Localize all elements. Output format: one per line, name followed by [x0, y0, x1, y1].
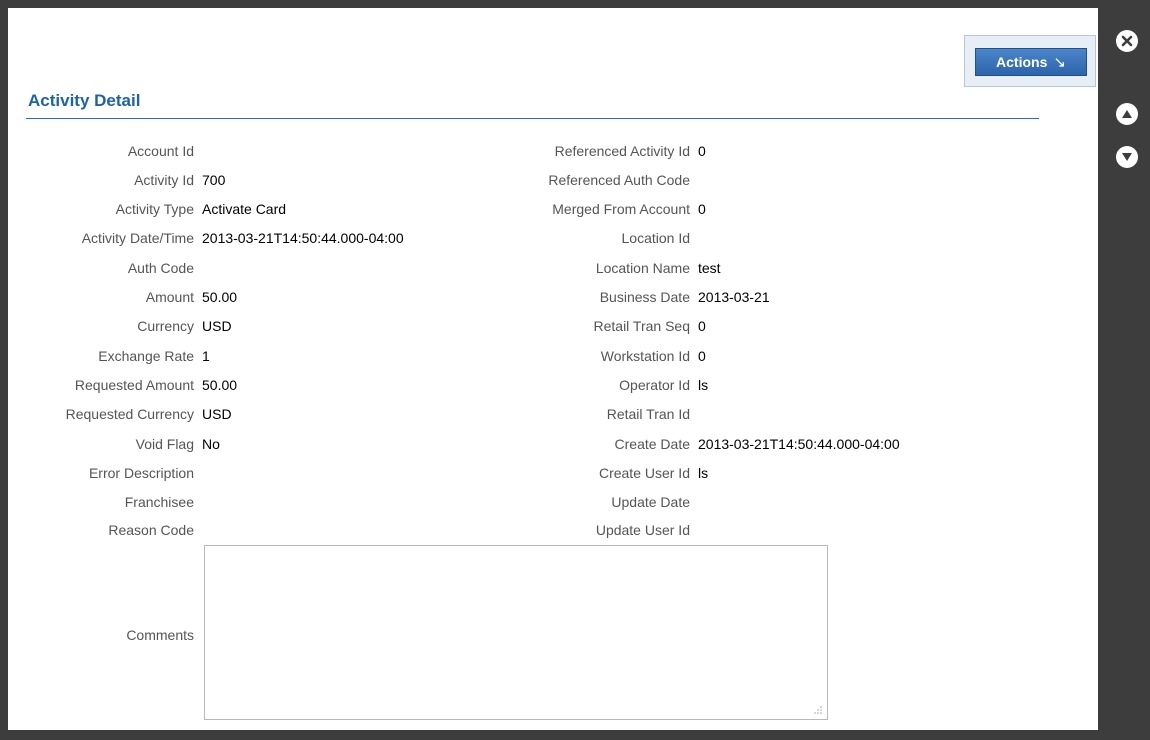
field-value: ls	[698, 465, 709, 481]
field-value: 0	[698, 318, 706, 334]
field-label: Retail Tran Id	[606, 406, 690, 422]
field-value: 0	[698, 143, 706, 159]
close-circle-icon[interactable]	[1116, 30, 1138, 52]
field-label: Business Date	[599, 289, 690, 305]
page-title: Activity Detail	[28, 91, 141, 110]
field-label: Retail Tran Seq	[593, 318, 691, 334]
arrow-up-circle-icon[interactable]	[1116, 103, 1138, 125]
field-value: 0	[698, 201, 706, 217]
activity-detail-panel: Actions ↘ Activity Detail Account Id Act…	[8, 8, 1098, 730]
field-value: ls	[698, 377, 709, 393]
field-label: Update Date	[611, 494, 690, 510]
title-divider	[26, 118, 1039, 119]
field-value: 2013-03-21	[698, 289, 770, 305]
field-label: Update User Id	[595, 522, 690, 538]
actions-button[interactable]: Actions ↘	[975, 48, 1087, 76]
field-label: Workstation Id	[600, 348, 690, 364]
actions-label: Actions	[996, 54, 1048, 70]
field-value: test	[698, 260, 721, 276]
arrow-down-circle-icon[interactable]	[1116, 146, 1138, 168]
field-label: Create Date	[614, 436, 690, 452]
comments-label: Comments	[126, 627, 194, 643]
resize-grip-icon[interactable]	[814, 706, 822, 716]
field-label: Location Id	[621, 230, 691, 246]
field-label: Create User Id	[598, 465, 690, 481]
comments-textarea[interactable]	[204, 545, 828, 720]
field-label: Location Name	[595, 260, 690, 276]
field-label: Referenced Activity Id	[554, 143, 690, 159]
field-label: Referenced Auth Code	[548, 172, 690, 188]
actions-container: Actions ↘	[964, 35, 1096, 87]
field-value: 0	[698, 348, 706, 364]
arrow-down-right-icon: ↘	[1053, 53, 1066, 71]
field-label: Operator Id	[619, 377, 690, 393]
field-label: Merged From Account	[552, 201, 690, 217]
field-value: 2013-03-21T14:50:44.000-04:00	[698, 436, 900, 452]
